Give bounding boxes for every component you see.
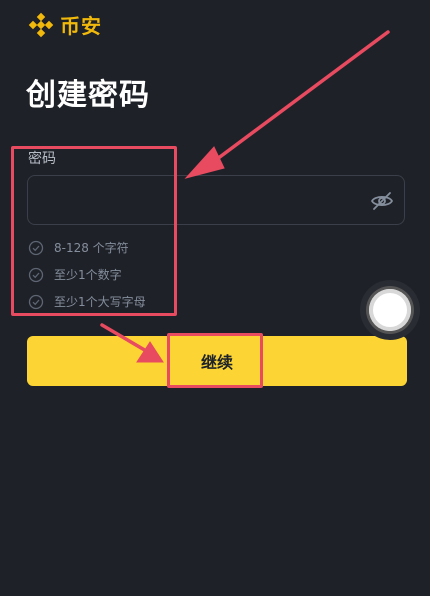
password-field[interactable] [27, 175, 405, 226]
rule-text: 至少1个大写字母 [54, 295, 146, 309]
brand-name: 币安 [60, 14, 102, 38]
rule-text: 至少1个数字 [54, 268, 122, 282]
rule-item: 至少1个大写字母 [28, 288, 146, 315]
brand-header: 币安 [28, 10, 102, 39]
password-rules: 8-128 个字符 至少1个数字 至少1个大写字母 [28, 234, 146, 315]
password-label: 密码 [28, 151, 56, 167]
continue-button[interactable]: 继续 [27, 336, 407, 386]
assistive-touch-icon [369, 289, 411, 331]
page-title: 创建密码 [26, 78, 150, 113]
password-input[interactable] [38, 176, 362, 226]
rule-item: 至少1个数字 [28, 261, 146, 288]
binance-logo-icon [28, 12, 54, 37]
rule-item: 8-128 个字符 [28, 234, 146, 261]
rule-text: 8-128 个字符 [54, 241, 129, 255]
check-circle-icon [28, 294, 44, 309]
check-circle-icon [28, 240, 44, 255]
eye-off-icon[interactable] [370, 189, 394, 213]
check-circle-icon [28, 267, 44, 282]
assistive-touch-button[interactable] [360, 280, 420, 340]
